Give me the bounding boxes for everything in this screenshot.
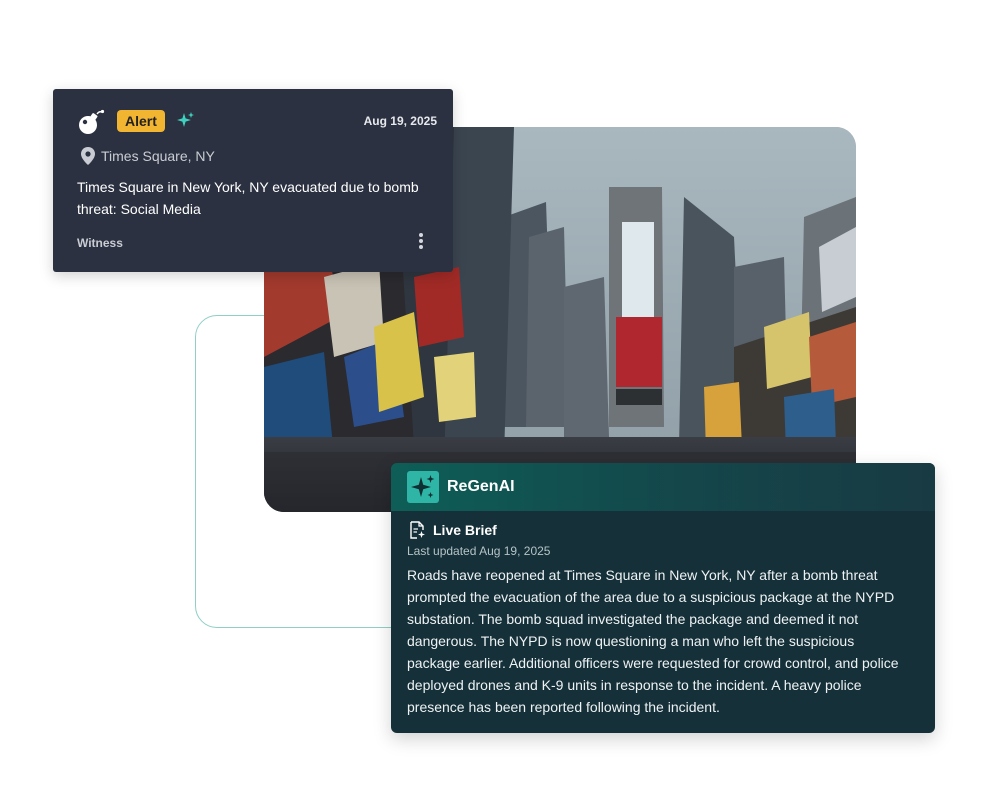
brief-title-row: Live Brief [407,520,907,540]
alert-headline[interactable]: Times Square in New York, NY evacuated d… [77,176,422,220]
brief-body: Live Brief Last updated Aug 19, 2025 Roa… [407,520,907,718]
brief-header: ReGenAI [391,463,935,511]
brand-name: ReGenAI [447,478,515,495]
bomb-icon [79,109,105,134]
alert-card[interactable]: Alert Aug 19, 2025 Times Square, NY Time… [53,89,453,272]
alert-date: Aug 19, 2025 [363,114,437,128]
alert-badge: Alert [117,110,165,132]
sparkle-icon [411,475,435,498]
document-ai-icon [410,521,425,539]
sparkle-icon [177,112,194,127]
more-vertical-icon[interactable] [417,232,425,250]
brief-text: Roads have reopened at Times Square in N… [407,567,899,715]
alert-source: Witness [77,236,123,250]
alert-location: Times Square, NY [101,148,215,164]
ai-brief-card: ReGenAI Live Brief Last updated Aug 19, … [391,463,935,733]
brand-logo [407,471,439,503]
brief-updated: Last updated Aug 19, 2025 [407,544,551,558]
brief-title: Live Brief [433,522,497,538]
location-pin-icon [81,147,95,165]
